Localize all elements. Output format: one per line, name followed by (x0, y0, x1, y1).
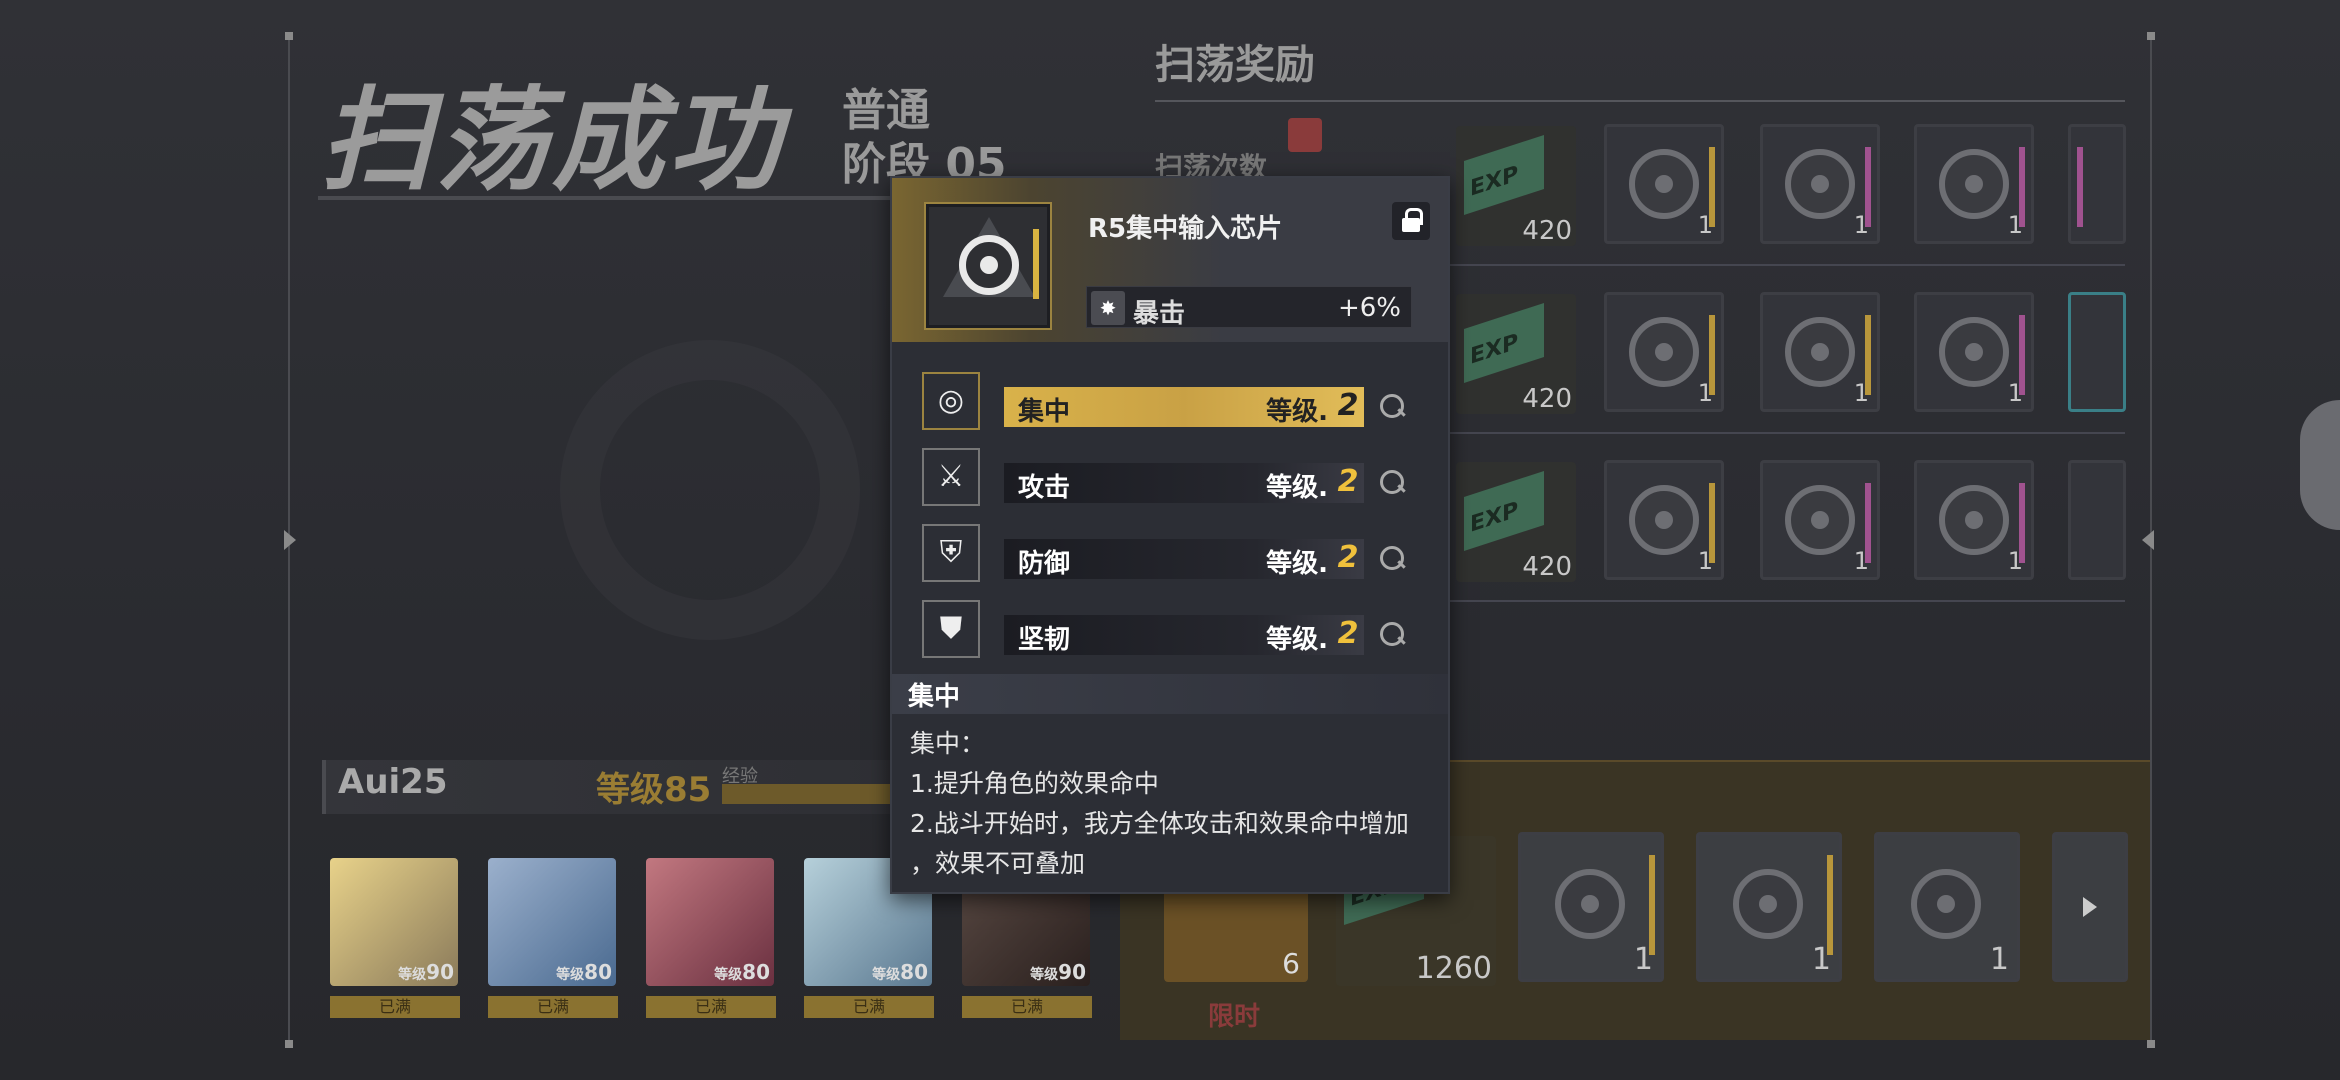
limited-label: 限时 (1208, 1002, 1261, 1032)
exp-reward[interactable]: EXP 420 (1456, 126, 1576, 246)
tenacity-icon: ⛊ (922, 600, 980, 658)
frame-corner (2147, 32, 2155, 40)
exp-count: 420 (1522, 384, 1572, 414)
exp-progress-bar (722, 784, 892, 804)
skill-level-label: 等级. (1266, 473, 1328, 503)
chip-icon (1785, 317, 1855, 387)
skill-name: 坚韧 (1018, 625, 1071, 655)
item-detail-popup: R5集中输入芯片 ✸ 暴击 +6% ◎ 集中 等级. 2 ⚔ 攻击 等级. 2 … (890, 176, 1450, 894)
skill-level: 2 (1337, 540, 1359, 575)
chip-icon (1785, 485, 1855, 555)
player-name: Aui25 (338, 762, 448, 802)
zoom-icon[interactable] (1378, 620, 1406, 648)
main-stat-name: 暴击 (1133, 299, 1186, 329)
item-name: R5集中输入芯片 (1088, 214, 1283, 244)
chip-icon (1911, 869, 1981, 939)
exp-count: 420 (1522, 216, 1572, 246)
reward-item-partial[interactable] (2068, 124, 2126, 244)
reward-item[interactable]: 1 (1874, 832, 2020, 982)
skill-row-tenacity[interactable]: ⛊ 坚韧 等级. 2 (922, 600, 1422, 660)
left-arrow-icon (284, 530, 296, 550)
max-badge: 已满 (330, 996, 460, 1018)
reward-item[interactable]: 1 (1518, 832, 1664, 982)
page-title: 扫荡成功 (320, 76, 784, 206)
max-badge: 已满 (488, 996, 618, 1018)
skill-level: 2 (1337, 388, 1359, 423)
exp-count: 1260 (1415, 951, 1492, 986)
sweep-result-screen: { "header": { "title": "扫荡成功", "difficul… (0, 0, 2340, 1080)
chip-item-icon (924, 202, 1052, 330)
skill-level-label: 等级. (1266, 549, 1328, 579)
reward-item-partial[interactable] (2052, 832, 2128, 982)
frame-corner (2147, 1040, 2155, 1048)
description-header: 集中 (892, 674, 1448, 714)
title-underline (318, 196, 898, 200)
chip-icon (1785, 149, 1855, 219)
team-member-portrait[interactable]: 等级90 (330, 858, 458, 986)
scroll-right-icon[interactable] (2083, 897, 2097, 917)
skill-level: 2 (1337, 616, 1359, 651)
main-stat: ✸ 暴击 +6% (1086, 286, 1412, 329)
timer-icon (1288, 118, 1322, 152)
main-stat-value: +6% (1337, 293, 1401, 323)
chip-icon (1555, 869, 1625, 939)
team-member-portrait[interactable]: 等级80 (488, 858, 616, 986)
chip-icon (1629, 149, 1699, 219)
frame-corner (285, 32, 293, 40)
chip-icon (1939, 317, 2009, 387)
chip-icon (1939, 485, 2009, 555)
reward-item[interactable]: 1 (1914, 292, 2034, 412)
skill-name: 攻击 (1018, 473, 1071, 503)
rewards-title: 扫荡奖励 (1155, 42, 1315, 88)
skill-level-label: 等级. (1266, 625, 1328, 655)
reward-item[interactable]: 1 (1914, 460, 2034, 580)
max-badge: 已满 (804, 996, 934, 1018)
skill-name: 集中 (1018, 397, 1071, 427)
chip-icon (1629, 485, 1699, 555)
max-badge: 已满 (962, 996, 1092, 1018)
zoom-icon[interactable] (1378, 544, 1406, 572)
difficulty-label: 普通 (842, 85, 930, 136)
exp-reward[interactable]: EXP 420 (1456, 294, 1576, 414)
skill-name: 防御 (1018, 549, 1071, 579)
exp-count: 420 (1522, 552, 1572, 582)
lock-icon[interactable] (1392, 202, 1430, 240)
reward-item[interactable]: 1 (1604, 292, 1724, 412)
skill-row-concentration[interactable]: ◎ 集中 等级. 2 (922, 372, 1422, 432)
frame-corner (285, 1040, 293, 1048)
reward-item-partial[interactable] (2068, 292, 2126, 412)
skill-row-defense[interactable]: ⛨ 防御 等级. 2 (922, 524, 1422, 584)
skill-level-label: 等级. (1266, 397, 1328, 427)
attack-icon: ⚔ (922, 448, 980, 506)
reward-item[interactable]: 1 (1604, 460, 1724, 580)
reward-item[interactable]: 1 (1696, 832, 1842, 982)
skill-description: 集中： 1.提升角色的效果命中 2.战斗开始时，我方全体攻击和效果命中增加 ，效… (910, 729, 1409, 878)
reward-item[interactable]: 1 (1604, 124, 1724, 244)
chip-icon (1733, 869, 1803, 939)
reward-item[interactable]: 1 (1760, 124, 1880, 244)
concentration-icon: ◎ (922, 372, 980, 430)
player-level: 等级85 (596, 770, 712, 810)
side-float-button[interactable] (2300, 400, 2340, 530)
skill-level: 2 (1337, 464, 1359, 499)
chip-icon (1629, 317, 1699, 387)
reward-item[interactable]: 1 (1914, 124, 2034, 244)
chip-icon (1939, 149, 2009, 219)
zoom-icon[interactable] (1378, 392, 1406, 420)
skill-row-attack[interactable]: ⚔ 攻击 等级. 2 (922, 448, 1422, 508)
reward-item-partial[interactable] (2068, 460, 2126, 580)
defense-icon: ⛨ (922, 524, 980, 582)
right-arrow-icon (2142, 530, 2154, 550)
reward-item[interactable]: 1 (1760, 460, 1880, 580)
rewards-divider (1155, 100, 2125, 102)
max-badge: 已满 (646, 996, 776, 1018)
reward-item[interactable]: 1 (1760, 292, 1880, 412)
team-member-portrait[interactable]: 等级80 (646, 858, 774, 986)
background-emblem (560, 340, 860, 640)
exp-reward[interactable]: EXP 420 (1456, 462, 1576, 582)
zoom-icon[interactable] (1378, 468, 1406, 496)
crit-icon: ✸ (1091, 291, 1125, 325)
